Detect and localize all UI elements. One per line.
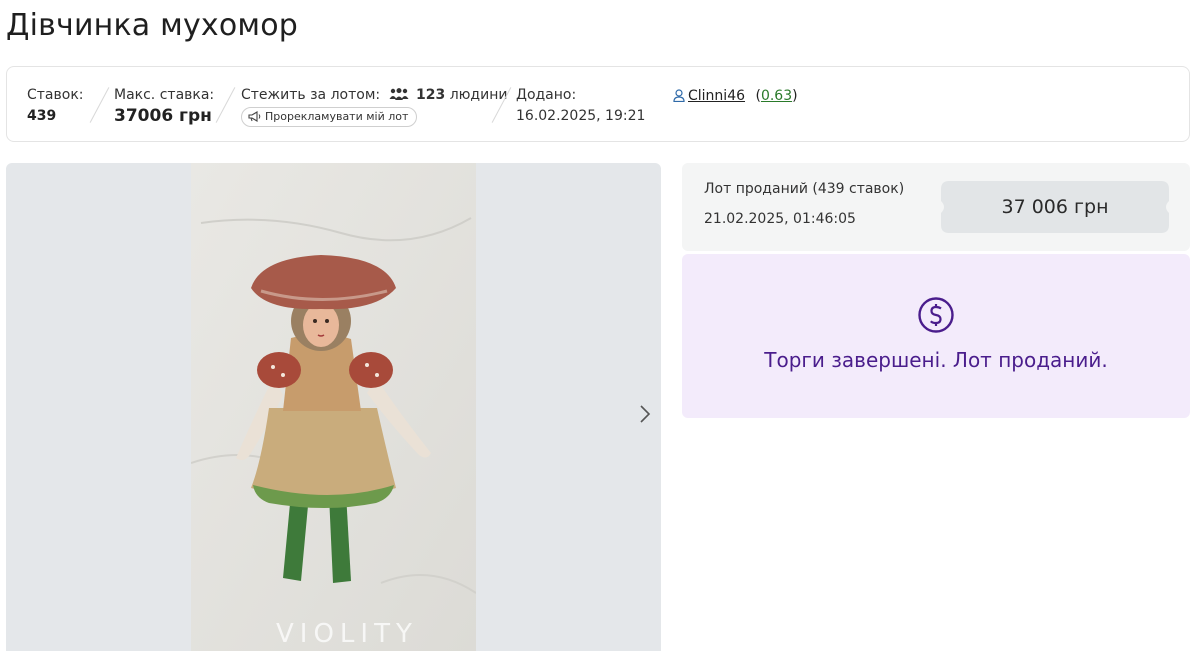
page-title: Дівчинка мухомор — [6, 8, 299, 43]
seller-link[interactable]: Clinni46 — [688, 88, 745, 104]
sale-date: 21.02.2025, 01:46:05 — [704, 211, 856, 227]
watchers-line: Стежить за лотом: 123 людини — [241, 85, 507, 105]
seller-rating[interactable]: 0.63 — [761, 88, 792, 104]
watchers-block: Стежить за лотом: 123 людини — [241, 85, 507, 105]
watermark: VIOLITY — [276, 619, 418, 649]
added-block: Додано: 16.02.2025, 19:21 — [516, 85, 645, 127]
max-bid-block: Макс. ставка: 37006 грн — [114, 85, 214, 127]
final-price-ticket: 37 006 грн — [941, 181, 1169, 233]
bids-value: 439 — [27, 108, 57, 124]
lot-info-bar: Ставок: 439 Макс. ставка: 37006 грн Стеж… — [6, 66, 1190, 142]
lot-image-gallery[interactable]: VIOLITY — [6, 163, 661, 651]
people-icon — [389, 88, 409, 100]
sale-status: Лот проданий (439 ставок) — [704, 181, 905, 197]
watchers-label: Стежить за лотом: — [241, 87, 381, 103]
promote-lot-label: Прорекламувати мій лот — [265, 110, 409, 123]
divider — [215, 87, 236, 123]
bids-count-block: Ставок: 439 — [27, 85, 84, 127]
user-icon — [673, 89, 685, 103]
promote-lot-button[interactable]: Прорекламувати мій лот — [241, 107, 418, 127]
divider — [89, 87, 110, 123]
auction-ended-notice: Торги завершені. Лот проданий. — [682, 254, 1190, 418]
added-date: 16.02.2025, 19:21 — [516, 108, 646, 124]
bids-label: Ставок: — [27, 87, 84, 103]
auction-ended-message: Торги завершені. Лот проданий. — [764, 348, 1108, 372]
lot-photo[interactable] — [191, 163, 476, 651]
seller-rating-close: ) — [792, 88, 798, 104]
megaphone-icon — [248, 111, 261, 122]
chevron-right-icon[interactable] — [638, 403, 652, 425]
max-bid-value: 37006 грн — [114, 106, 212, 126]
dollar-icon — [918, 297, 954, 333]
seller-block: Clinni46 (0.63) — [673, 85, 798, 107]
sale-result-panel: Лот проданий (439 ставок) 21.02.2025, 01… — [682, 163, 1190, 251]
watchers-unit: людини — [449, 87, 508, 103]
watchers-count: 123 — [416, 87, 446, 103]
lot-photo-image — [191, 163, 476, 651]
added-label: Додано: — [516, 87, 577, 103]
final-price: 37 006 грн — [1001, 196, 1109, 218]
max-bid-label: Макс. ставка: — [114, 87, 215, 103]
